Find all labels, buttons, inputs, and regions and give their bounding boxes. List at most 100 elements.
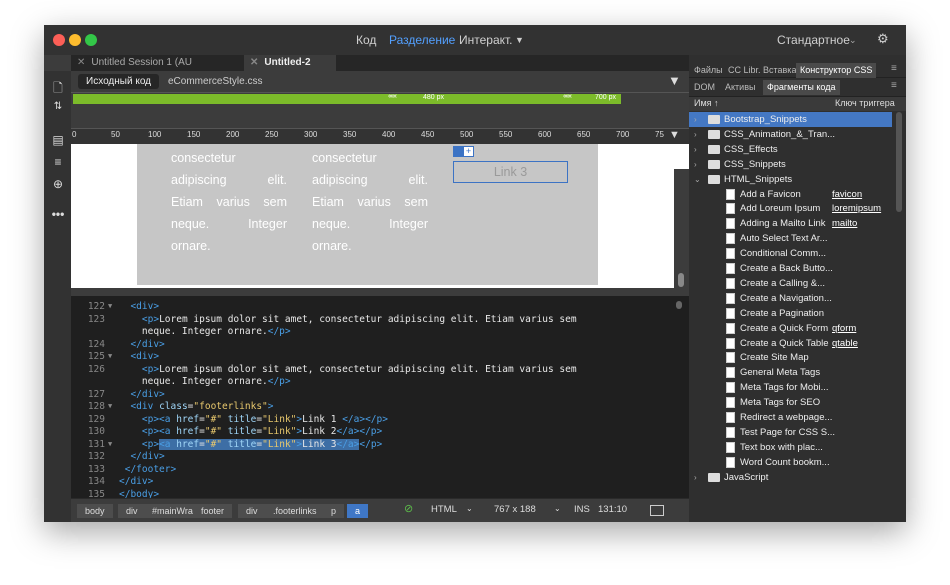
- snippet-item[interactable]: Adding a Mailto Link mailto: [689, 216, 892, 231]
- scrollbar-thumb[interactable]: [678, 273, 684, 287]
- crumb-footerlinks[interactable]: .footerlinks: [265, 504, 325, 518]
- chevron-down-icon[interactable]: ⌄: [466, 504, 473, 513]
- tab-snippets[interactable]: Фрагменты кода: [763, 80, 840, 95]
- crumb-div[interactable]: div: [118, 504, 146, 518]
- snippet-item[interactable]: Add Loreum Ipsum loremipsum: [689, 201, 892, 216]
- tab-files[interactable]: Файлы: [694, 63, 723, 78]
- code-line[interactable]: 135 </body>: [71, 488, 689, 499]
- code-line[interactable]: 129 <p><a href="#" title="Link">Link 1 <…: [71, 413, 689, 426]
- code-line[interactable]: 126 <p>Lorem ipsum dolor sit amet, conse…: [71, 363, 689, 376]
- tab-insert[interactable]: Вставка: [763, 63, 796, 78]
- snippet-item[interactable]: Meta Tags for Mobi...: [689, 380, 892, 395]
- snippet-item[interactable]: Test Page for CSS S...: [689, 425, 892, 440]
- snippet-item[interactable]: Create a Navigation...: [689, 291, 892, 306]
- fold-icon[interactable]: ▼: [108, 300, 112, 313]
- snippet-item[interactable]: Create a Pagination: [689, 306, 892, 321]
- code-line[interactable]: neque. Integer ornare.</p>: [71, 325, 689, 338]
- panel-menu-icon[interactable]: ≡: [891, 80, 897, 91]
- chevron-right-icon[interactable]: ›: [694, 127, 697, 142]
- code-line[interactable]: 122 ▼ <div>: [71, 300, 689, 313]
- more-icon[interactable]: •••: [51, 207, 65, 221]
- design-scrollbar[interactable]: [674, 169, 689, 290]
- code-line[interactable]: 128 ▼ <div class="footerlinks">: [71, 400, 689, 413]
- add-element-button[interactable]: +: [463, 146, 474, 157]
- snippet-folder[interactable]: › CSS_Animation_&_Tran...: [689, 127, 892, 142]
- crumb-body[interactable]: body: [77, 504, 113, 518]
- snippet-item[interactable]: Redirect a webpage...: [689, 410, 892, 425]
- column-name[interactable]: Имя ↑: [694, 98, 719, 108]
- chevron-right-icon[interactable]: ›: [694, 112, 697, 127]
- snippet-item[interactable]: Create a Quick Form qform: [689, 321, 892, 336]
- code-line[interactable]: neque. Integer ornare.</p>: [71, 375, 689, 388]
- snippet-item[interactable]: Auto Select Text Ar...: [689, 231, 892, 246]
- snippet-item[interactable]: Conditional Comm...: [689, 246, 892, 261]
- snippet-item[interactable]: Text box with plac...: [689, 440, 892, 455]
- chevron-down-icon[interactable]: ⌄: [554, 504, 561, 513]
- selected-link-3[interactable]: Link 3: [453, 161, 568, 183]
- snippet-item[interactable]: Create a Quick Table qtable: [689, 336, 892, 351]
- gear-icon[interactable]: ⚙: [877, 31, 889, 47]
- snippet-item[interactable]: Add a Favicon favicon: [689, 187, 892, 202]
- tab-untitled-2[interactable]: ✕ Untitled-2: [244, 55, 336, 71]
- chevron-right-icon[interactable]: ›: [694, 142, 697, 157]
- snippet-item[interactable]: Create a Calling &...: [689, 276, 892, 291]
- code-line[interactable]: 127 </div>: [71, 388, 689, 401]
- crumb-div[interactable]: div: [238, 504, 266, 518]
- snippet-item[interactable]: Create Site Map: [689, 350, 892, 365]
- fold-icon[interactable]: ▼: [108, 400, 112, 413]
- code-line[interactable]: 133 </footer>: [71, 463, 689, 476]
- tab-assets[interactable]: Активы: [725, 80, 755, 95]
- tab-session[interactable]: ✕Untitled Session 1 (AU Tracks).xml*: [71, 55, 244, 84]
- filter-icon[interactable]: ▼: [668, 73, 681, 88]
- doc-type-select[interactable]: HTML: [431, 504, 457, 515]
- chevron-right-icon[interactable]: ›: [694, 470, 697, 485]
- tab-cc-libraries[interactable]: CC Libr.: [728, 63, 761, 78]
- code-line[interactable]: 134 </div>: [71, 475, 689, 488]
- code-line[interactable]: 125 ▼ <div>: [71, 350, 689, 363]
- fold-icon[interactable]: ▼: [108, 350, 112, 363]
- snippet-item[interactable]: Meta Tags for SEO: [689, 395, 892, 410]
- snippet-item[interactable]: Word Count bookm...: [689, 455, 892, 470]
- mode-code[interactable]: Код: [356, 33, 376, 47]
- tab-css-designer[interactable]: Конструктор CSS: [796, 63, 877, 78]
- snippet-item[interactable]: Create a Back Butto...: [689, 261, 892, 276]
- code-line[interactable]: 131 ▼ <p><a href="#" title="Link">Link 3<…: [71, 438, 689, 451]
- chevron-down-icon[interactable]: ⌄: [849, 35, 857, 46]
- element-badge[interactable]: [453, 146, 463, 157]
- code-scrollbar-thumb[interactable]: [676, 301, 682, 309]
- media-query-700[interactable]: 700 px: [595, 94, 616, 101]
- minimize-window-button[interactable]: [69, 34, 81, 46]
- crumb-a[interactable]: a: [347, 504, 369, 518]
- snippet-folder[interactable]: › PHP_Snippets: [689, 485, 892, 488]
- code-line[interactable]: 132 </div>: [71, 450, 689, 463]
- target-icon[interactable]: ⊕: [51, 177, 65, 191]
- chevron-down-icon[interactable]: ⌄: [694, 172, 701, 187]
- close-icon[interactable]: ✕: [77, 57, 85, 68]
- chevron-right-icon[interactable]: ›: [694, 485, 697, 488]
- window-size-select[interactable]: 767 x 188: [494, 504, 536, 515]
- mode-live[interactable]: Интеракт.: [459, 33, 513, 47]
- mode-split[interactable]: Разделение: [389, 33, 455, 47]
- code-line[interactable]: 123 <p>Lorem ipsum dolor sit amet, conse…: [71, 313, 689, 326]
- file-icon[interactable]: 🗋: [51, 79, 65, 100]
- code-line[interactable]: 124 </div>: [71, 338, 689, 351]
- workspace-select[interactable]: Стандартное: [777, 33, 850, 47]
- zoom-window-button[interactable]: [85, 34, 97, 46]
- snippet-folder[interactable]: ⌄ HTML_Snippets: [689, 172, 892, 187]
- sort-icon[interactable]: ⇅: [51, 101, 65, 112]
- format-icon[interactable]: ≡: [51, 155, 65, 169]
- css-file-tab[interactable]: eCommerceStyle.css: [168, 76, 262, 87]
- ruler-marker-icon[interactable]: ▼: [669, 129, 680, 141]
- panel-menu-icon[interactable]: ≡: [891, 63, 897, 74]
- code-line[interactable]: 130 <p><a href="#" title="Link">Link 2</…: [71, 425, 689, 438]
- panel-scrollbar[interactable]: [896, 112, 902, 212]
- crumb-p[interactable]: p: [323, 504, 345, 518]
- snippet-folder[interactable]: › CSS_Snippets: [689, 157, 892, 172]
- code-view[interactable]: 122 ▼ <div> 123 <p>Lorem ipsum dolor sit a…: [71, 296, 689, 498]
- snippet-folder[interactable]: › Bootstrap_Snippets: [689, 112, 892, 127]
- source-code-button[interactable]: Исходный код: [78, 74, 159, 89]
- media-query-bar-fill[interactable]: ‹‹‹‹‹‹ 480 px ‹‹‹‹‹‹ 700 px: [73, 93, 621, 104]
- fold-icon[interactable]: ▼: [108, 438, 112, 451]
- crumb-footer[interactable]: footer: [193, 504, 233, 518]
- design-view[interactable]: consectetur adipiscing elit. Etiam variu…: [71, 144, 689, 288]
